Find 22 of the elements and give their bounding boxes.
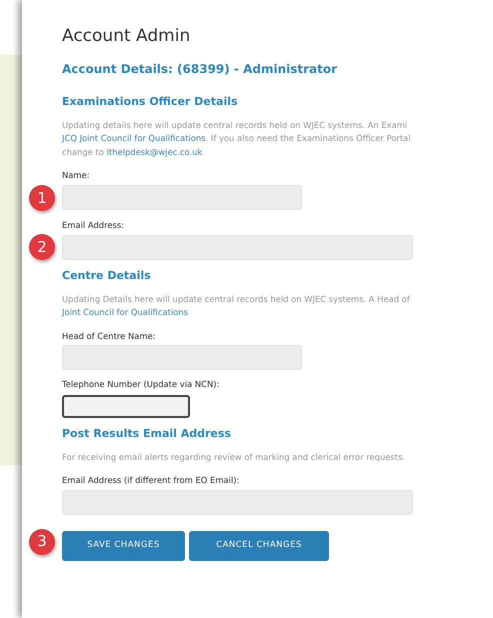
cancel-button[interactable]: CANCEL CHANGES bbox=[189, 530, 329, 561]
section-heading: Post Results Email Address bbox=[62, 426, 231, 442]
field-label: Telephone Number (Update via NCN): bbox=[62, 378, 220, 392]
info-text: Updating Details here will update central records held on WJEC systems. A Head of Joint Council for Qualifications bbox=[62, 292, 410, 320]
field-label: Email Address: bbox=[62, 218, 124, 232]
section-heading: Examinations Officer Details bbox=[62, 94, 238, 110]
step-badge: 3 bbox=[29, 528, 55, 555]
input-field[interactable] bbox=[62, 394, 190, 418]
account-heading: Account Details: (68399) - Administrator bbox=[62, 61, 338, 78]
save-button[interactable]: SAVE CHANGES bbox=[62, 530, 185, 561]
info-text: Updating details here will update central records held on WJEC systems. An Exami JCQ Joint Council for Qualifications. If you also need the Examinations Officer Portal change to ithelpdesk@wjec.co.uk bbox=[62, 118, 411, 159]
text-link[interactable]: ithelpdesk@wjec.co.uk bbox=[106, 146, 202, 157]
field-label: Head of Centre Name: bbox=[62, 330, 156, 342]
text-link[interactable]: Joint Council for Qualifications bbox=[62, 307, 188, 318]
page-title: Account Admin bbox=[62, 26, 190, 46]
info-text: For receiving email alerts regarding review of marking and clerical error requests. bbox=[62, 450, 406, 464]
section-heading: Centre Details bbox=[62, 268, 151, 284]
text-link[interactable]: JCQ Joint Council for Qualifications bbox=[62, 133, 206, 144]
field-label: Email Address (if different from EO Email): bbox=[62, 474, 240, 487]
step-badge: 2 bbox=[29, 234, 55, 260]
step-badge: 1 bbox=[29, 184, 55, 211]
field-label: Name: bbox=[62, 169, 90, 182]
